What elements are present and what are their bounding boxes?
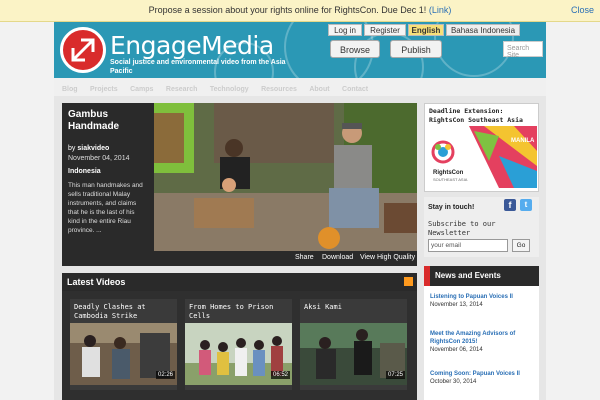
site-header: EngageMedia Social justice and environme… (54, 22, 546, 78)
video-duration: 06:52 (270, 371, 290, 379)
subscribe-go-button[interactable]: Go (512, 239, 530, 252)
announcement-message: Propose a session about your rights onli… (148, 5, 427, 15)
featured-author[interactable]: siakvideo (77, 145, 109, 152)
featured-info: Gambus Handmade by siakvideo November 04… (62, 103, 154, 266)
video-card[interactable]: Deadly Clashes at Cambodia Strike 02:26 (70, 299, 177, 390)
search-input[interactable]: Search Site (503, 41, 543, 59)
download-button[interactable]: Download (322, 254, 353, 261)
deadline-box: Deadline Extension: RightsCon Southeast … (424, 103, 539, 192)
video-card-title[interactable]: Aksi Kami (304, 303, 404, 312)
nav-item-research[interactable]: Research (166, 86, 198, 93)
rss-icon[interactable] (404, 277, 413, 286)
video-thumbnail[interactable]: 06:52 (185, 323, 292, 385)
deadline-title[interactable]: Deadline Extension: RightsCon Southeast … (429, 107, 539, 125)
lang-indonesian-button[interactable]: Bahasa Indonesia (446, 24, 520, 36)
browse-button[interactable]: Browse (330, 40, 380, 58)
video-thumbnail[interactable]: 02:26 (70, 323, 177, 385)
featured-by-label: by (68, 145, 76, 152)
latest-videos-title: Latest Videos (67, 277, 126, 287)
announcement-link[interactable]: (Link) (429, 5, 452, 15)
news-item: Meet the Amazing Advisors of RightsCon 2… (430, 330, 535, 353)
video-card-title[interactable]: Deadly Clashes at Cambodia Strike (74, 303, 174, 321)
video-thumbnail[interactable]: 07:25 (300, 323, 407, 385)
video-actions-bar: Share Download View High Quality (154, 251, 417, 266)
featured-video: Gambus Handmade by siakvideo November 04… (62, 103, 417, 266)
newsletter-box: Stay in touch! f t Subscribe to our News… (424, 197, 539, 257)
nav-item-projects[interactable]: Projects (90, 86, 118, 93)
nav-item-technology[interactable]: Technology (210, 86, 249, 93)
announcement-text: Propose a session about your rights onli… (0, 5, 600, 15)
news-item-date: October 30, 2014 (430, 379, 477, 385)
rightscon-banner[interactable]: MANILA RightsCon SOUTHEAST ASIA (429, 126, 537, 188)
video-frame (154, 103, 417, 251)
news-item-date: November 13, 2014 (430, 302, 483, 308)
share-button[interactable]: Share (295, 254, 314, 261)
video-duration: 07:25 (385, 371, 405, 379)
nav-item-about[interactable]: About (309, 86, 329, 93)
video-card[interactable]: Aksi Kami 07:25 (300, 299, 407, 390)
featured-date: November 04, 2014 (68, 155, 130, 162)
featured-country[interactable]: Indonesia (68, 168, 148, 175)
banner-city: MANILA (511, 138, 535, 144)
announcement-bar: Propose a session about your rights onli… (0, 0, 600, 22)
banner-title: RightsCon (433, 170, 464, 176)
video-duration: 02:26 (155, 371, 175, 379)
news-item: Listening to Papuan Voices II November 1… (430, 293, 535, 308)
latest-videos-header: Latest Videos (62, 273, 417, 291)
featured-description: This man handmakes and sells traditional… (68, 182, 143, 234)
logo-icon[interactable] (60, 27, 106, 73)
news-events-header: News and Events (424, 266, 539, 286)
register-link[interactable]: Register (364, 24, 406, 36)
twitter-icon[interactable]: t (520, 199, 532, 211)
news-item-date: November 06, 2014 (430, 347, 483, 353)
high-quality-button[interactable]: View High Quality (360, 254, 415, 261)
nav-item-resources[interactable]: Resources (261, 86, 297, 93)
video-player[interactable] (154, 103, 417, 251)
nav-item-blog[interactable]: Blog (62, 86, 78, 93)
email-input[interactable]: your email (428, 239, 508, 252)
news-item-title[interactable]: Coming Soon: Papuan Voices II (430, 370, 535, 378)
news-item-title[interactable]: Listening to Papuan Voices II (430, 293, 535, 301)
nav-item-contact[interactable]: Contact (342, 86, 368, 93)
stay-in-touch-title: Stay in touch! (428, 204, 475, 211)
news-item-title[interactable]: Meet the Amazing Advisors of RightsCon 2… (430, 330, 535, 346)
video-card-title[interactable]: From Homes to Prison Cells (189, 303, 289, 321)
news-events-list: Listening to Papuan Voices II November 1… (424, 286, 539, 400)
newsletter-label: Subscribe to our Newsletter (428, 220, 496, 237)
lang-english-button[interactable]: English (408, 24, 444, 36)
featured-title[interactable]: Gambus Handmade (68, 109, 148, 133)
featured-author-line: by siakvideo (68, 145, 148, 152)
site-tagline: Social justice and environmental video f… (110, 59, 286, 75)
site-title[interactable]: EngageMedia (110, 31, 274, 60)
login-link[interactable]: Log in (328, 24, 362, 36)
publish-button[interactable]: Publish (390, 40, 442, 58)
nav-item-camps[interactable]: Camps (130, 86, 153, 93)
news-item: Coming Soon: Papuan Voices II October 30… (430, 370, 535, 385)
facebook-icon[interactable]: f (504, 199, 516, 211)
banner-subtitle: SOUTHEAST ASIA (433, 177, 468, 182)
main-nav: Blog Projects Camps Research Technology … (54, 78, 546, 96)
video-card[interactable]: From Homes to Prison Cells 06:52 (185, 299, 292, 390)
close-announcement-button[interactable]: Close (571, 5, 594, 15)
